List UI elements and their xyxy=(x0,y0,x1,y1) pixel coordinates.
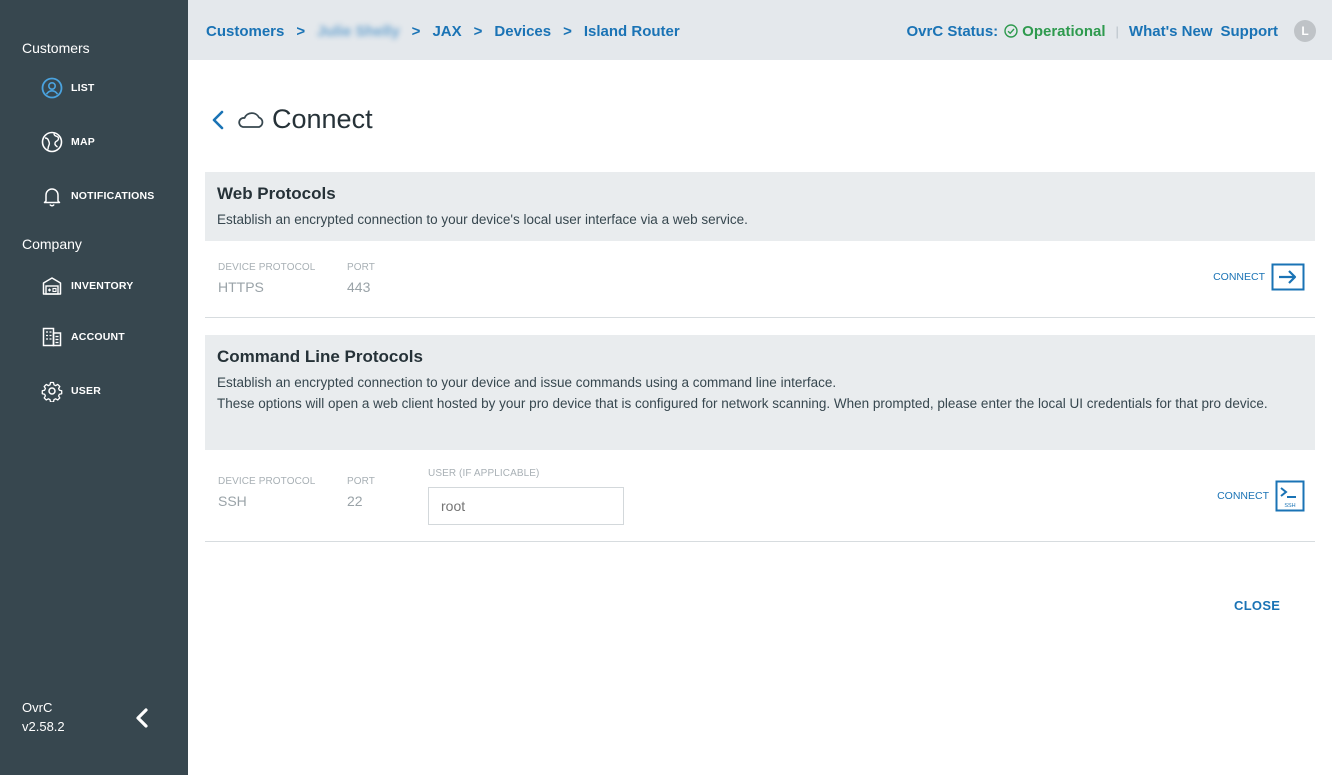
avatar[interactable]: L xyxy=(1294,20,1316,42)
web-protocols-header: Web Protocols Establish an encrypted con… xyxy=(205,172,1315,241)
ssh-protocol-row: DEVICE PROTOCOL SSH PORT 22 USER (IF APP… xyxy=(205,450,1315,542)
bell-icon xyxy=(40,184,64,208)
cloud-icon xyxy=(236,109,266,131)
page-title: Connect xyxy=(272,104,373,134)
sidebar-heading-customers: Customers xyxy=(22,40,90,56)
device-protocol-label: DEVICE PROTOCOL xyxy=(218,262,316,273)
web-protocols-title: Web Protocols xyxy=(217,184,336,203)
sidebar-item-label: USER xyxy=(71,385,101,397)
breadcrumb-separator: > xyxy=(411,23,421,40)
breadcrumb-separator: > xyxy=(563,23,572,40)
sidebar-item-list[interactable]: LIST xyxy=(40,73,95,103)
cli-protocols-title: Command Line Protocols xyxy=(217,347,423,366)
sidebar-item-label: NOTIFICATIONS xyxy=(71,190,155,202)
connect-arrow-icon xyxy=(1271,263,1305,291)
port-label: PORT xyxy=(347,476,375,487)
device-protocol-label: DEVICE PROTOCOL xyxy=(218,476,316,487)
web-protocol-row: DEVICE PROTOCOL HTTPS PORT 443 CONNECT xyxy=(205,241,1315,318)
check-circle-icon xyxy=(1004,24,1018,38)
connect-label: CONNECT xyxy=(1213,271,1265,283)
breadcrumb-device[interactable]: Island Router xyxy=(584,23,680,40)
sidebar: Customers LIST MAP NOTIFICATIONS Company xyxy=(0,0,188,775)
globe-icon xyxy=(40,130,64,154)
sidebar-item-label: INVENTORY xyxy=(71,280,134,292)
device-protocol-field: DEVICE PROTOCOL SSH xyxy=(218,476,315,509)
breadcrumb-site[interactable]: JAX xyxy=(432,23,461,40)
divider: | xyxy=(1115,23,1119,39)
breadcrumb-separator: > xyxy=(296,23,306,40)
cli-protocols-description-1: Establish an encrypted connection to you… xyxy=(217,375,837,390)
ssh-icon-text: SSH xyxy=(1284,503,1295,509)
sidebar-item-label: MAP xyxy=(71,136,95,148)
chevron-left-icon xyxy=(136,708,148,728)
status-badge[interactable]: Operational xyxy=(1004,22,1106,40)
cli-protocols-description-2: These options will open a web client hos… xyxy=(217,396,1268,411)
breadcrumb: Customers > Julie Shelly > JAX > Devices… xyxy=(206,23,680,40)
device-protocol-value: SSH xyxy=(218,493,247,509)
inventory-box-icon xyxy=(40,274,64,298)
breadcrumb-customer-name[interactable]: Julie Shelly xyxy=(317,23,400,40)
back-button[interactable] xyxy=(210,108,226,132)
app-version: OvrC v2.58.2 xyxy=(22,698,65,736)
sidebar-item-map[interactable]: MAP xyxy=(40,127,95,157)
chevron-left-icon xyxy=(212,110,224,129)
sidebar-item-notifications[interactable]: NOTIFICATIONS xyxy=(40,181,154,211)
web-protocols-description: Establish an encrypted connection to you… xyxy=(217,212,748,227)
top-bar-actions: OvrC Status: Operational | What's New Su… xyxy=(906,20,1316,42)
device-protocol-value: HTTPS xyxy=(218,279,264,295)
sidebar-item-label: LIST xyxy=(71,82,95,94)
building-icon xyxy=(40,325,64,349)
terminal-ssh-icon: SSH xyxy=(1275,480,1305,512)
port-field: PORT 443 xyxy=(347,262,375,295)
status-label[interactable]: OvrC Status: xyxy=(906,23,998,40)
sidebar-item-label: ACCOUNT xyxy=(71,331,125,343)
sidebar-heading-company: Company xyxy=(22,236,82,252)
app-name: OvrC xyxy=(22,700,53,715)
connect-ssh-button[interactable]: CONNECT SSH xyxy=(1217,480,1305,512)
support-link[interactable]: Support xyxy=(1221,23,1279,40)
port-value: 22 xyxy=(347,493,363,509)
port-field: PORT 22 xyxy=(347,476,375,509)
user-label: USER (IF APPLICABLE) xyxy=(428,468,540,479)
app-root: Customers LIST MAP NOTIFICATIONS Company xyxy=(0,0,1332,775)
version-number: v2.58.2 xyxy=(22,719,65,734)
gear-icon xyxy=(40,379,64,403)
breadcrumb-customers[interactable]: Customers xyxy=(206,23,284,40)
port-value: 443 xyxy=(347,279,371,295)
sidebar-item-inventory[interactable]: INVENTORY xyxy=(40,271,133,301)
close-button[interactable]: CLOSE xyxy=(1234,598,1280,613)
user-input[interactable] xyxy=(428,487,624,525)
cli-protocols-header: Command Line Protocols Establish an encr… xyxy=(205,335,1315,450)
page-title-bar: Connect xyxy=(210,104,373,135)
device-protocol-field: DEVICE PROTOCOL HTTPS xyxy=(218,262,315,295)
top-bar: Customers > Julie Shelly > JAX > Devices… xyxy=(188,0,1332,60)
connect-https-button[interactable]: CONNECT xyxy=(1213,263,1305,291)
sidebar-item-account[interactable]: ACCOUNT xyxy=(40,322,125,352)
whats-new-link[interactable]: What's New xyxy=(1129,23,1213,40)
breadcrumb-separator: > xyxy=(473,23,483,40)
connect-label: CONNECT xyxy=(1217,490,1269,502)
status-value: Operational xyxy=(1022,22,1106,40)
collapse-sidebar-button[interactable] xyxy=(132,706,152,730)
sidebar-item-user[interactable]: USER xyxy=(40,376,101,406)
user-field: USER (IF APPLICABLE) xyxy=(428,468,539,479)
breadcrumb-devices[interactable]: Devices xyxy=(494,23,551,40)
user-circle-icon xyxy=(40,76,64,100)
port-label: PORT xyxy=(347,262,375,273)
